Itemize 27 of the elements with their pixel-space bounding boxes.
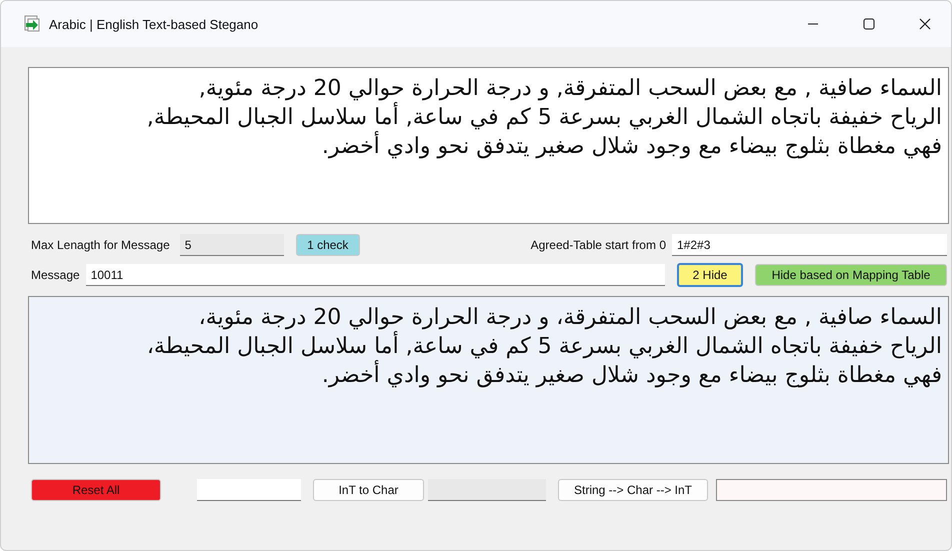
app-icon <box>23 15 41 33</box>
field-label: Agreed-Table start from 0 <box>530 238 666 252</box>
window-title: Arabic | English Text-based Stegano <box>49 16 258 32</box>
string-convert-button[interactable]: String --> Char --> InT <box>558 479 708 501</box>
hide-button[interactable]: 2 Hide <box>677 263 743 287</box>
close-icon[interactable] <box>919 18 931 30</box>
maximize-icon[interactable] <box>863 18 875 30</box>
mapping-hide-button[interactable]: Hide based on Mapping Table <box>755 264 947 286</box>
result-field[interactable] <box>716 479 947 501</box>
message-field[interactable]: 10011 <box>86 264 665 286</box>
cover-text-box[interactable] <box>28 67 949 224</box>
stego-text-box[interactable] <box>28 296 949 464</box>
text-line: السماء صافية , مع بعض السحب المتفرقة، و درجة الحرارة حوالي 20 درجة مئوية، <box>198 304 942 331</box>
check-button[interactable]: 1 check <box>296 234 360 256</box>
field-label: Message <box>31 268 80 282</box>
input-field[interactable] <box>197 479 301 501</box>
agreed-table-field[interactable]: 1#2#3 <box>672 234 947 256</box>
text-line: الرياح خفيفة باتجاه الشمال الغربي بسرعة 5 كم في ساعة, أما سلاسل الجبال المحيطة، <box>146 332 942 361</box>
text-line: الرياح خفيفة باتجاه الشمال الغربي بسرعة 5 كم في ساعة, أما سلاسل الجبال المحيطة, <box>146 103 942 132</box>
text-line: فهي مغطاة بثلوج بيضاء مع وجود شلال صغير يتدفق نحو وادي أخضر. <box>322 132 942 161</box>
field-label: Max Lenagth for Message <box>31 238 170 252</box>
text-line: السماء صافية , مع بعض السحب المتفرقة, و درجة الحرارة حوالي 20 درجة مئوية, <box>198 75 942 102</box>
int-to-char-button[interactable]: InT to Char <box>313 479 424 501</box>
max-length-field[interactable]: 5 <box>180 234 284 256</box>
text-line: فهي مغطاة بثلوج بيضاء مع وجود شلال صغير يتدفق نحو وادي أخضر. <box>322 361 942 390</box>
output-field[interactable] <box>428 479 546 501</box>
reset-button[interactable]: Reset All <box>31 479 161 501</box>
